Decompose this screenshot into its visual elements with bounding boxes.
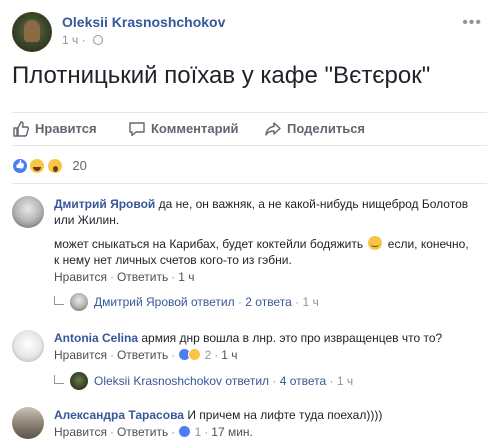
separator-dot: · (171, 425, 176, 439)
comment-timestamp[interactable]: 17 мин. (211, 425, 253, 439)
wow-reaction-icon (46, 157, 63, 174)
comment-button[interactable]: Комментарий (128, 113, 239, 145)
post-timestamp[interactable]: 1 ч (62, 33, 78, 47)
comment-text: И причем на лифте туда поехал)))) (187, 408, 383, 422)
thumbs-up-icon (13, 121, 29, 137)
comment-body: Александра Тарасова И причем на лифте ту… (54, 407, 474, 423)
separator-dot: · (204, 425, 209, 439)
view-replies-row[interactable]: Oleksii Krasnoshchokov ответил · 4 ответ… (54, 372, 353, 390)
comment-like-link[interactable]: Нравится (54, 425, 107, 439)
comment-actions: Нравится · Ответить · 2 · 1 ч (54, 348, 238, 362)
comment-reply-link[interactable]: Ответить (117, 270, 168, 284)
comment-text-part-a: может сныкаться на Карибах, будет коктей… (54, 237, 364, 251)
reactions-summary[interactable]: 20 (12, 157, 87, 177)
like-label: Нравится (35, 121, 97, 136)
comment-body: Дмитрий Яровой да не, он важняк, а не ка… (54, 196, 474, 268)
separator-dot: · (295, 295, 300, 309)
reply-verb: ответил (225, 374, 270, 388)
reply-verb: ответил (190, 295, 235, 309)
reply-time: 1 ч (336, 374, 354, 388)
comment-body: Antonia Celina армия днр вошла в лнр. эт… (54, 330, 474, 346)
smirk-emoji-icon (368, 236, 383, 250)
comment-2: Antonia Celina армия днр вошла в лнр. эт… (12, 330, 487, 390)
post-header: Oleksii Krasnoshchokov 1 ч · ••• (12, 12, 482, 52)
comment-icon (129, 122, 145, 137)
separator-dot: · (109, 348, 114, 362)
comments-divider (12, 183, 487, 184)
post-text: Плотницький поїхав у кафе "Вєтєрок" (12, 62, 431, 89)
share-label: Поделиться (287, 121, 366, 136)
comment-actions: Нравится · Ответить · 1 ч (54, 270, 195, 284)
reaction-count[interactable]: 20 (72, 158, 86, 173)
comment-reaction-count[interactable]: 1 (195, 425, 202, 439)
comment-actions: Нравится · Ответить · 1 · 17 мин. (54, 425, 253, 439)
separator-dot: · (272, 374, 277, 388)
globe-icon (92, 35, 103, 45)
post-author-name[interactable]: Oleksii Krasnoshchokov (62, 14, 225, 30)
view-replies-row[interactable]: Дмитрий Яровой ответил · 2 ответа · 1 ч (54, 293, 319, 311)
reply-author-name: Дмитрий Яровой (94, 295, 188, 309)
comment-author[interactable]: Дмитрий Яровой (54, 197, 155, 211)
comment-reply-link[interactable]: Ответить (117, 348, 168, 362)
reply-author-name: Oleksii Krasnoshchokov (94, 374, 223, 388)
comment-3: Александра Тарасова И причем на лифте ту… (12, 407, 487, 445)
comment-like-link[interactable]: Нравится (54, 348, 107, 362)
reply-arrow-icon (54, 296, 64, 305)
like-button[interactable]: Нравится (12, 113, 97, 145)
meta-separator: · (81, 33, 89, 47)
separator-dot: · (171, 348, 176, 362)
comment-timestamp[interactable]: 1 ч (221, 348, 237, 362)
reply-count: 2 ответа (245, 295, 292, 309)
comment-text: армия днр вошла в лнр. это про извращенц… (141, 331, 443, 345)
separator-dot: · (214, 348, 219, 362)
post-meta: 1 ч · (62, 33, 103, 47)
more-options-icon[interactable]: ••• (462, 14, 482, 32)
comment-reply-link[interactable]: Ответить (117, 425, 168, 439)
comment-timestamp[interactable]: 1 ч (178, 270, 194, 284)
author-avatar[interactable] (12, 12, 52, 52)
comment-reaction-count[interactable]: 2 (205, 348, 212, 362)
share-arrow-icon (265, 122, 281, 136)
separator-dot: · (237, 295, 242, 309)
comment-label: Комментарий (151, 121, 239, 136)
haha-reaction-icon (188, 348, 202, 361)
reply-time: 1 ч (302, 295, 319, 309)
like-reaction-icon (178, 425, 192, 438)
separator-dot: · (329, 374, 334, 388)
comment-1: Дмитрий Яровой да не, он важняк, а не ка… (12, 196, 487, 316)
reply-arrow-icon (54, 375, 64, 384)
post-action-bar: Нравится Комментарий Поделиться (12, 112, 487, 146)
reply-author-avatar (70, 293, 88, 311)
comment-paragraph-2: может сныкаться на Карибах, будет коктей… (54, 236, 474, 268)
comment-author[interactable]: Александра Тарасова (54, 408, 184, 422)
reply-count: 4 ответа (279, 374, 327, 388)
separator-dot: · (109, 270, 114, 284)
haha-reaction-icon (29, 157, 46, 174)
comment-author[interactable]: Antonia Celina (54, 331, 138, 345)
comment-avatar[interactable] (12, 196, 44, 228)
comment-avatar[interactable] (12, 407, 44, 439)
comment-like-link[interactable]: Нравится (54, 270, 107, 284)
reply-author-avatar (70, 372, 88, 390)
share-button[interactable]: Поделиться (264, 113, 365, 145)
comment-avatar[interactable] (12, 330, 44, 362)
separator-dot: · (171, 270, 176, 284)
separator-dot: · (109, 425, 114, 439)
like-reaction-icon (12, 157, 28, 174)
